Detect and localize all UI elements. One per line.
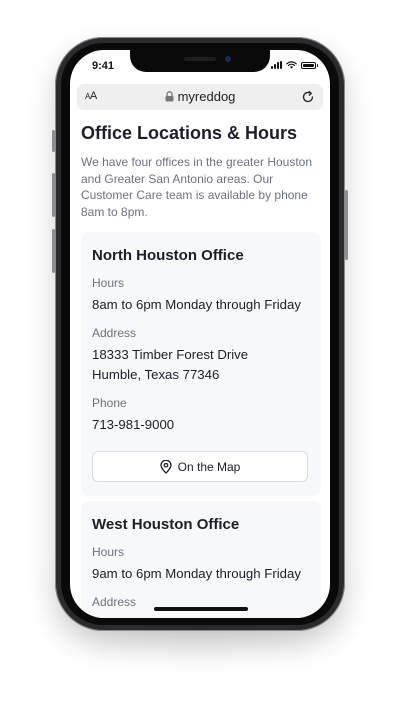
office-name: North Houston Office xyxy=(92,247,244,264)
page-title: Office Locations & Hours xyxy=(81,123,298,143)
volume-down-button xyxy=(52,229,55,273)
office-name: West Houston Office xyxy=(92,516,240,533)
intro-text: We have four offices in the greater Hous… xyxy=(81,155,313,219)
cellular-signal-icon xyxy=(271,61,282,69)
phone-screen: 9:41 AA myreddog Office Locations & Hour… xyxy=(70,50,330,618)
reload-icon[interactable] xyxy=(301,90,315,104)
lock-icon xyxy=(165,91,174,102)
speaker xyxy=(184,57,216,61)
phone-value[interactable]: 713-981-9000 xyxy=(92,415,310,435)
page-content: Office Locations & Hours We have four of… xyxy=(81,122,321,618)
hours-value: 8am to 6pm Monday through Friday xyxy=(92,297,301,312)
address-bar[interactable]: AA myreddog xyxy=(77,84,323,110)
status-icons xyxy=(271,61,318,69)
url-text: myreddog xyxy=(177,89,236,104)
on-the-map-button[interactable]: On the Map xyxy=(92,451,308,482)
phone-label: Phone xyxy=(92,396,127,410)
address-value: 18333 Timber Forest Drive Humble, Texas … xyxy=(92,345,310,385)
map-pin-icon xyxy=(159,459,172,474)
wifi-icon xyxy=(286,61,297,69)
office-card-north-houston: North Houston Office Hours 8am to 6pm Mo… xyxy=(81,232,321,496)
url-display[interactable]: myreddog xyxy=(77,89,323,104)
office-card-west-houston: West Houston Office Hours 9am to 6pm Mon… xyxy=(81,501,321,618)
on-the-map-label: On the Map xyxy=(177,459,241,474)
home-indicator[interactable] xyxy=(154,607,248,611)
hours-value: 9am to 6pm Monday through Friday xyxy=(92,566,301,581)
battery-icon xyxy=(301,61,318,69)
hours-label: Hours xyxy=(92,276,125,290)
front-camera xyxy=(225,56,231,62)
address-line-1: 18333 Timber Forest Drive xyxy=(92,347,249,362)
address-label: Address xyxy=(92,326,137,340)
hours-label: Hours xyxy=(92,545,125,559)
status-time: 9:41 xyxy=(92,60,115,72)
address-line-2: Humble, Texas 77346 xyxy=(92,367,220,382)
silent-switch xyxy=(52,130,55,152)
notch xyxy=(130,50,270,72)
volume-up-button xyxy=(52,173,55,217)
power-button xyxy=(345,190,348,260)
